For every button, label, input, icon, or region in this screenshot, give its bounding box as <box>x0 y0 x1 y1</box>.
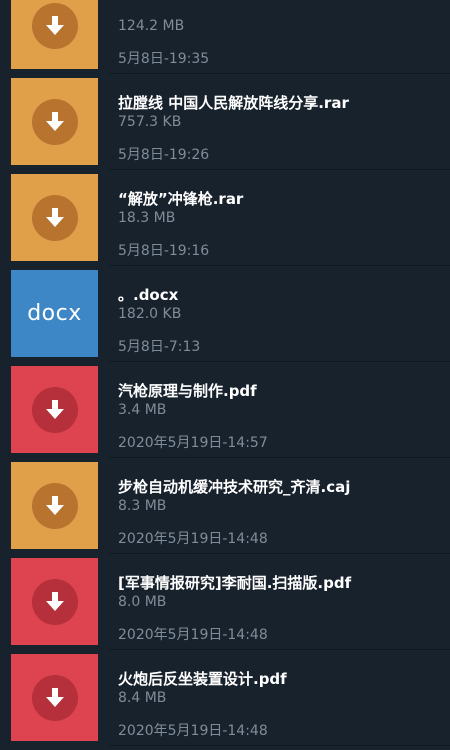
file-thumbnail[interactable] <box>11 558 98 645</box>
file-row[interactable]: 汽枪原理与制作.pdf 3.4 MB 2020年5月19日-14:57 <box>0 362 450 458</box>
file-row[interactable]: 拉膛线 中国人民解放阵线分享.rar 757.3 KB 5月8日-19:26 <box>0 74 450 170</box>
file-size: 3.4 MB <box>118 402 167 418</box>
file-list: 124.2 MB 5月8日-19:35 拉膛线 中国人民解放阵线分享.rar 7… <box>0 0 450 746</box>
file-size: 182.0 KB <box>118 306 182 322</box>
download-icon[interactable] <box>31 482 78 529</box>
file-thumbnail[interactable] <box>11 654 98 741</box>
file-size: 8.0 MB <box>118 594 167 610</box>
file-name: 汽枪原理与制作.pdf <box>118 382 257 400</box>
row-divider <box>110 745 450 746</box>
file-thumbnail[interactable] <box>11 78 98 165</box>
file-size: 8.3 MB <box>118 498 167 514</box>
file-date: 5月8日-7:13 <box>118 339 201 355</box>
file-date: 2020年5月19日-14:48 <box>118 723 268 739</box>
download-icon[interactable] <box>31 98 78 145</box>
file-name: 火炮后反坐装置设计.pdf <box>118 670 287 688</box>
file-date: 5月8日-19:35 <box>118 51 210 67</box>
file-thumbnail[interactable] <box>11 174 98 261</box>
file-name: [军事情报研究]李耐国.扫描版.pdf <box>118 574 352 592</box>
file-date: 2020年5月19日-14:57 <box>118 435 268 451</box>
file-size: 18.3 MB <box>118 210 176 226</box>
file-size: 8.4 MB <box>118 690 167 706</box>
file-thumbnail[interactable]: docx <box>11 270 98 357</box>
file-date: 2020年5月19日-14:48 <box>118 531 268 547</box>
file-thumbnail[interactable] <box>11 366 98 453</box>
download-icon[interactable] <box>31 386 78 433</box>
file-name: “解放”冲锋枪.rar <box>118 190 244 208</box>
file-date: 5月8日-19:16 <box>118 243 210 259</box>
file-name: 拉膛线 中国人民解放阵线分享.rar <box>118 94 349 112</box>
download-icon[interactable] <box>31 674 78 721</box>
file-row[interactable]: [军事情报研究]李耐国.扫描版.pdf 8.0 MB 2020年5月19日-14… <box>0 554 450 650</box>
file-name: 。.docx <box>118 286 179 304</box>
file-row[interactable]: 124.2 MB 5月8日-19:35 <box>0 0 450 74</box>
file-row[interactable]: docx 。.docx 182.0 KB 5月8日-7:13 <box>0 266 450 362</box>
download-icon[interactable] <box>31 2 78 49</box>
file-row[interactable]: “解放”冲锋枪.rar 18.3 MB 5月8日-19:16 <box>0 170 450 266</box>
file-thumbnail[interactable] <box>11 0 98 69</box>
download-icon[interactable] <box>31 578 78 625</box>
docx-file-icon: docx <box>27 301 82 326</box>
file-size: 124.2 MB <box>118 18 185 34</box>
download-icon[interactable] <box>31 194 78 241</box>
file-row[interactable]: 火炮后反坐装置设计.pdf 8.4 MB 2020年5月19日-14:48 <box>0 650 450 746</box>
file-size: 757.3 KB <box>118 114 182 130</box>
file-row[interactable]: 步枪自动机缓冲技术研究_齐清.caj 8.3 MB 2020年5月19日-14:… <box>0 458 450 554</box>
file-thumbnail[interactable] <box>11 462 98 549</box>
file-name: 步枪自动机缓冲技术研究_齐清.caj <box>118 478 351 496</box>
file-date: 5月8日-19:26 <box>118 147 210 163</box>
file-date: 2020年5月19日-14:48 <box>118 627 268 643</box>
